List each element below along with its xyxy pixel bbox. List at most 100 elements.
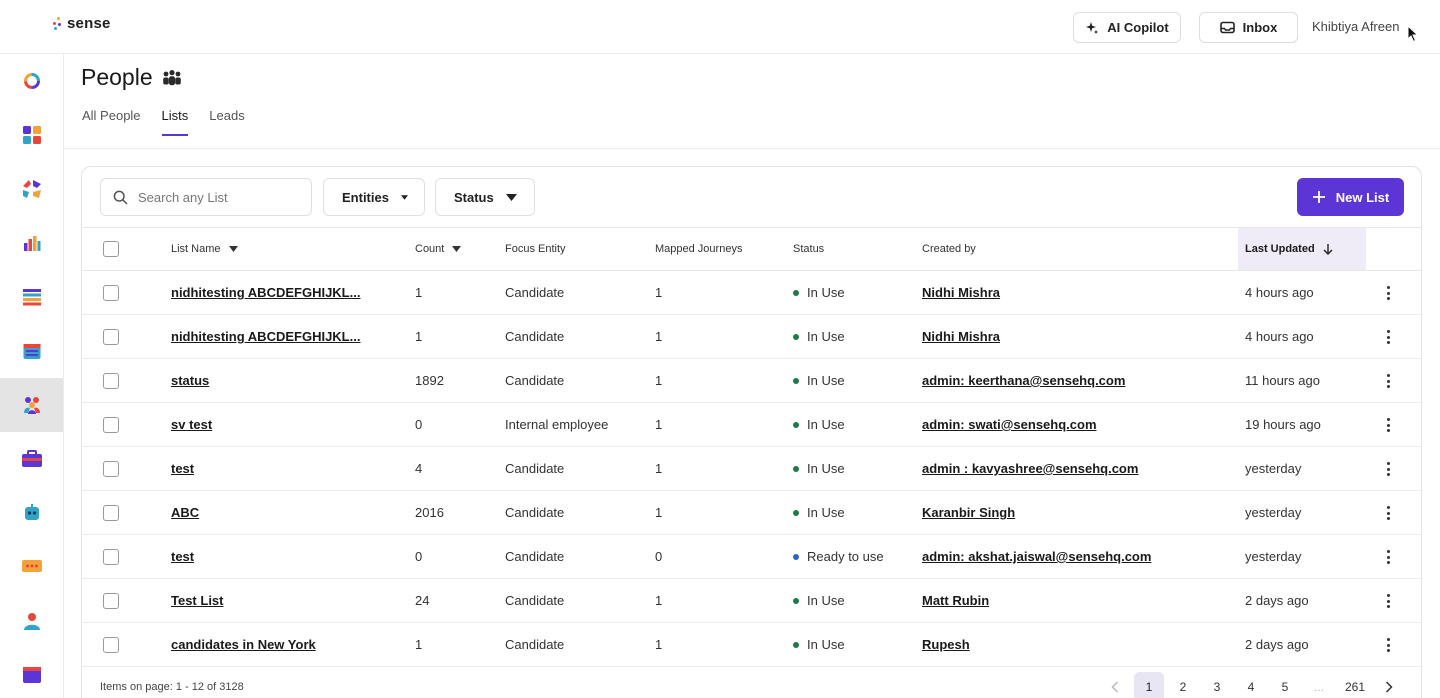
count-cell: 0 [415,549,423,564]
mapped-journeys-cell: 1 [655,505,663,520]
people-icon [23,397,40,414]
sidebar-item-calendar[interactable] [0,324,63,378]
status-dot-icon [793,553,799,560]
caret-down-icon [400,194,408,200]
list-name-link[interactable]: test [171,535,194,578]
sidebar-item-templates[interactable] [0,648,63,698]
sidebar-item-messages[interactable] [0,540,63,594]
new-list-button[interactable]: New List [1297,178,1404,216]
column-count[interactable]: Count [415,228,462,270]
sidebar-item-contacts[interactable] [0,594,63,648]
list-name-link[interactable]: test [171,447,194,490]
created-by-link[interactable]: admin: keerthana@sensehq.com [922,359,1125,402]
page-button-4[interactable]: 4 [1236,672,1266,698]
column-count-label: Count [415,243,445,255]
row-checkbox[interactable] [103,593,119,609]
list-name-link[interactable]: ABC [171,491,199,534]
table-row[interactable]: nidhitesting ABCDEFGHIJKL... 1 Candidate… [82,271,1421,315]
created-by-link[interactable]: Matt Rubin [922,579,989,622]
row-checkbox[interactable] [103,637,119,653]
list-name-link[interactable]: Test List [171,579,224,622]
search-input[interactable] [138,189,298,205]
page-button-last[interactable]: 261 [1340,672,1370,698]
list-name-link[interactable]: nidhitesting ABCDEFGHIJKL... [171,315,360,358]
column-last-updated[interactable]: Last Updated [1238,228,1366,270]
sidebar-item-integrations[interactable] [0,162,63,216]
created-by-link[interactable]: Karanbir Singh [922,491,1015,534]
created-by-link[interactable]: Rupesh [922,623,970,666]
user-menu[interactable]: Khibtiya Afreen [1312,19,1399,34]
created-by-link[interactable]: admin: swati@sensehq.com [922,403,1097,446]
status-text: In Use [807,461,845,476]
page-button-2[interactable]: 2 [1168,672,1198,698]
logo-text: sense [67,15,111,32]
status-dot-icon [793,377,799,384]
sidebar-item-analytics[interactable] [0,216,63,270]
status-dot-icon [793,289,799,296]
count-cell: 4 [415,461,423,476]
last-updated-cell: 19 hours ago [1245,417,1321,432]
created-by-link[interactable]: admin : kavyashree@sensehq.com [922,447,1138,490]
prev-page-button[interactable] [1100,672,1130,698]
created-by-link[interactable]: Nidhi Mishra [922,271,1000,314]
inbox-button[interactable]: Inbox [1199,12,1298,43]
more-options-icon[interactable] [1384,637,1392,653]
more-options-icon[interactable] [1384,549,1392,565]
more-options-icon[interactable] [1384,329,1392,345]
row-checkbox[interactable] [103,549,119,565]
status-dot-icon [793,509,799,516]
column-list-name[interactable]: List Name [171,228,238,270]
tab-all-people[interactable]: All People [82,108,141,136]
row-checkbox[interactable] [103,373,119,389]
table-row[interactable]: status 1892 Candidate 1 In Use admin: ke… [82,359,1421,403]
status-dropdown[interactable]: Status [435,178,535,216]
select-all-checkbox[interactable] [103,241,119,257]
row-checkbox[interactable] [103,417,119,433]
row-checkbox[interactable] [103,329,119,345]
more-options-icon[interactable] [1384,373,1392,389]
list-name-link[interactable]: nidhitesting ABCDEFGHIJKL... [171,271,360,314]
count-cell: 2016 [415,505,444,520]
created-by-link[interactable]: admin: akshat.jaiswal@sensehq.com [922,535,1151,578]
page-button-3[interactable]: 3 [1202,672,1232,698]
list-name-link[interactable]: status [171,359,209,402]
more-options-icon[interactable] [1384,505,1392,521]
sidebar-item-apps[interactable] [0,108,63,162]
ai-copilot-button[interactable]: AI Copilot [1073,12,1181,43]
list-name-link[interactable]: sv test [171,403,212,446]
table-row[interactable]: ABC 2016 Candidate 1 In Use Karanbir Sin… [82,491,1421,535]
created-by-link[interactable]: Nidhi Mishra [922,315,1000,358]
column-focus-entity: Focus Entity [505,243,566,255]
table-row[interactable]: Test List 24 Candidate 1 In Use Matt Rub… [82,579,1421,623]
list-name-link[interactable]: candidates in New York [171,623,316,666]
page-button-5[interactable]: 5 [1270,672,1300,698]
row-checkbox[interactable] [103,285,119,301]
table-row[interactable]: sv test 0 Internal employee 1 In Use adm… [82,403,1421,447]
row-checkbox[interactable] [103,505,119,521]
tab-lists[interactable]: Lists [161,108,188,136]
sidebar-item-bots[interactable] [0,486,63,540]
next-page-button[interactable] [1374,672,1404,698]
sidebar-item-lists[interactable] [0,270,63,324]
more-options-icon[interactable] [1384,461,1392,477]
sidebar-item-dashboard[interactable] [0,54,63,108]
table-row[interactable]: nidhitesting ABCDEFGHIJKL... 1 Candidate… [82,315,1421,359]
table-row[interactable]: test 4 Candidate 1 In Use admin : kavyas… [82,447,1421,491]
more-options-icon[interactable] [1384,593,1392,609]
table-row[interactable]: candidates in New York 1 Candidate 1 In … [82,623,1421,667]
sidebar-item-jobs[interactable] [0,432,63,486]
mapped-journeys-cell: 1 [655,637,663,652]
sense-logo[interactable]: sense [52,15,111,32]
page-button-1[interactable]: 1 [1134,672,1164,698]
sidebar-item-people[interactable] [0,378,63,432]
more-options-icon[interactable] [1384,285,1392,301]
search-box[interactable] [100,178,312,216]
more-options-icon[interactable] [1384,417,1392,433]
table-row[interactable]: test 0 Candidate 0 Ready to use admin: a… [82,535,1421,579]
focus-entity-cell: Candidate [505,505,565,520]
row-checkbox[interactable] [103,461,119,477]
entities-dropdown[interactable]: Entities [323,178,425,216]
column-last-updated-label: Last Updated [1245,243,1315,255]
ai-copilot-label: AI Copilot [1107,20,1169,35]
tab-leads[interactable]: Leads [209,108,244,136]
